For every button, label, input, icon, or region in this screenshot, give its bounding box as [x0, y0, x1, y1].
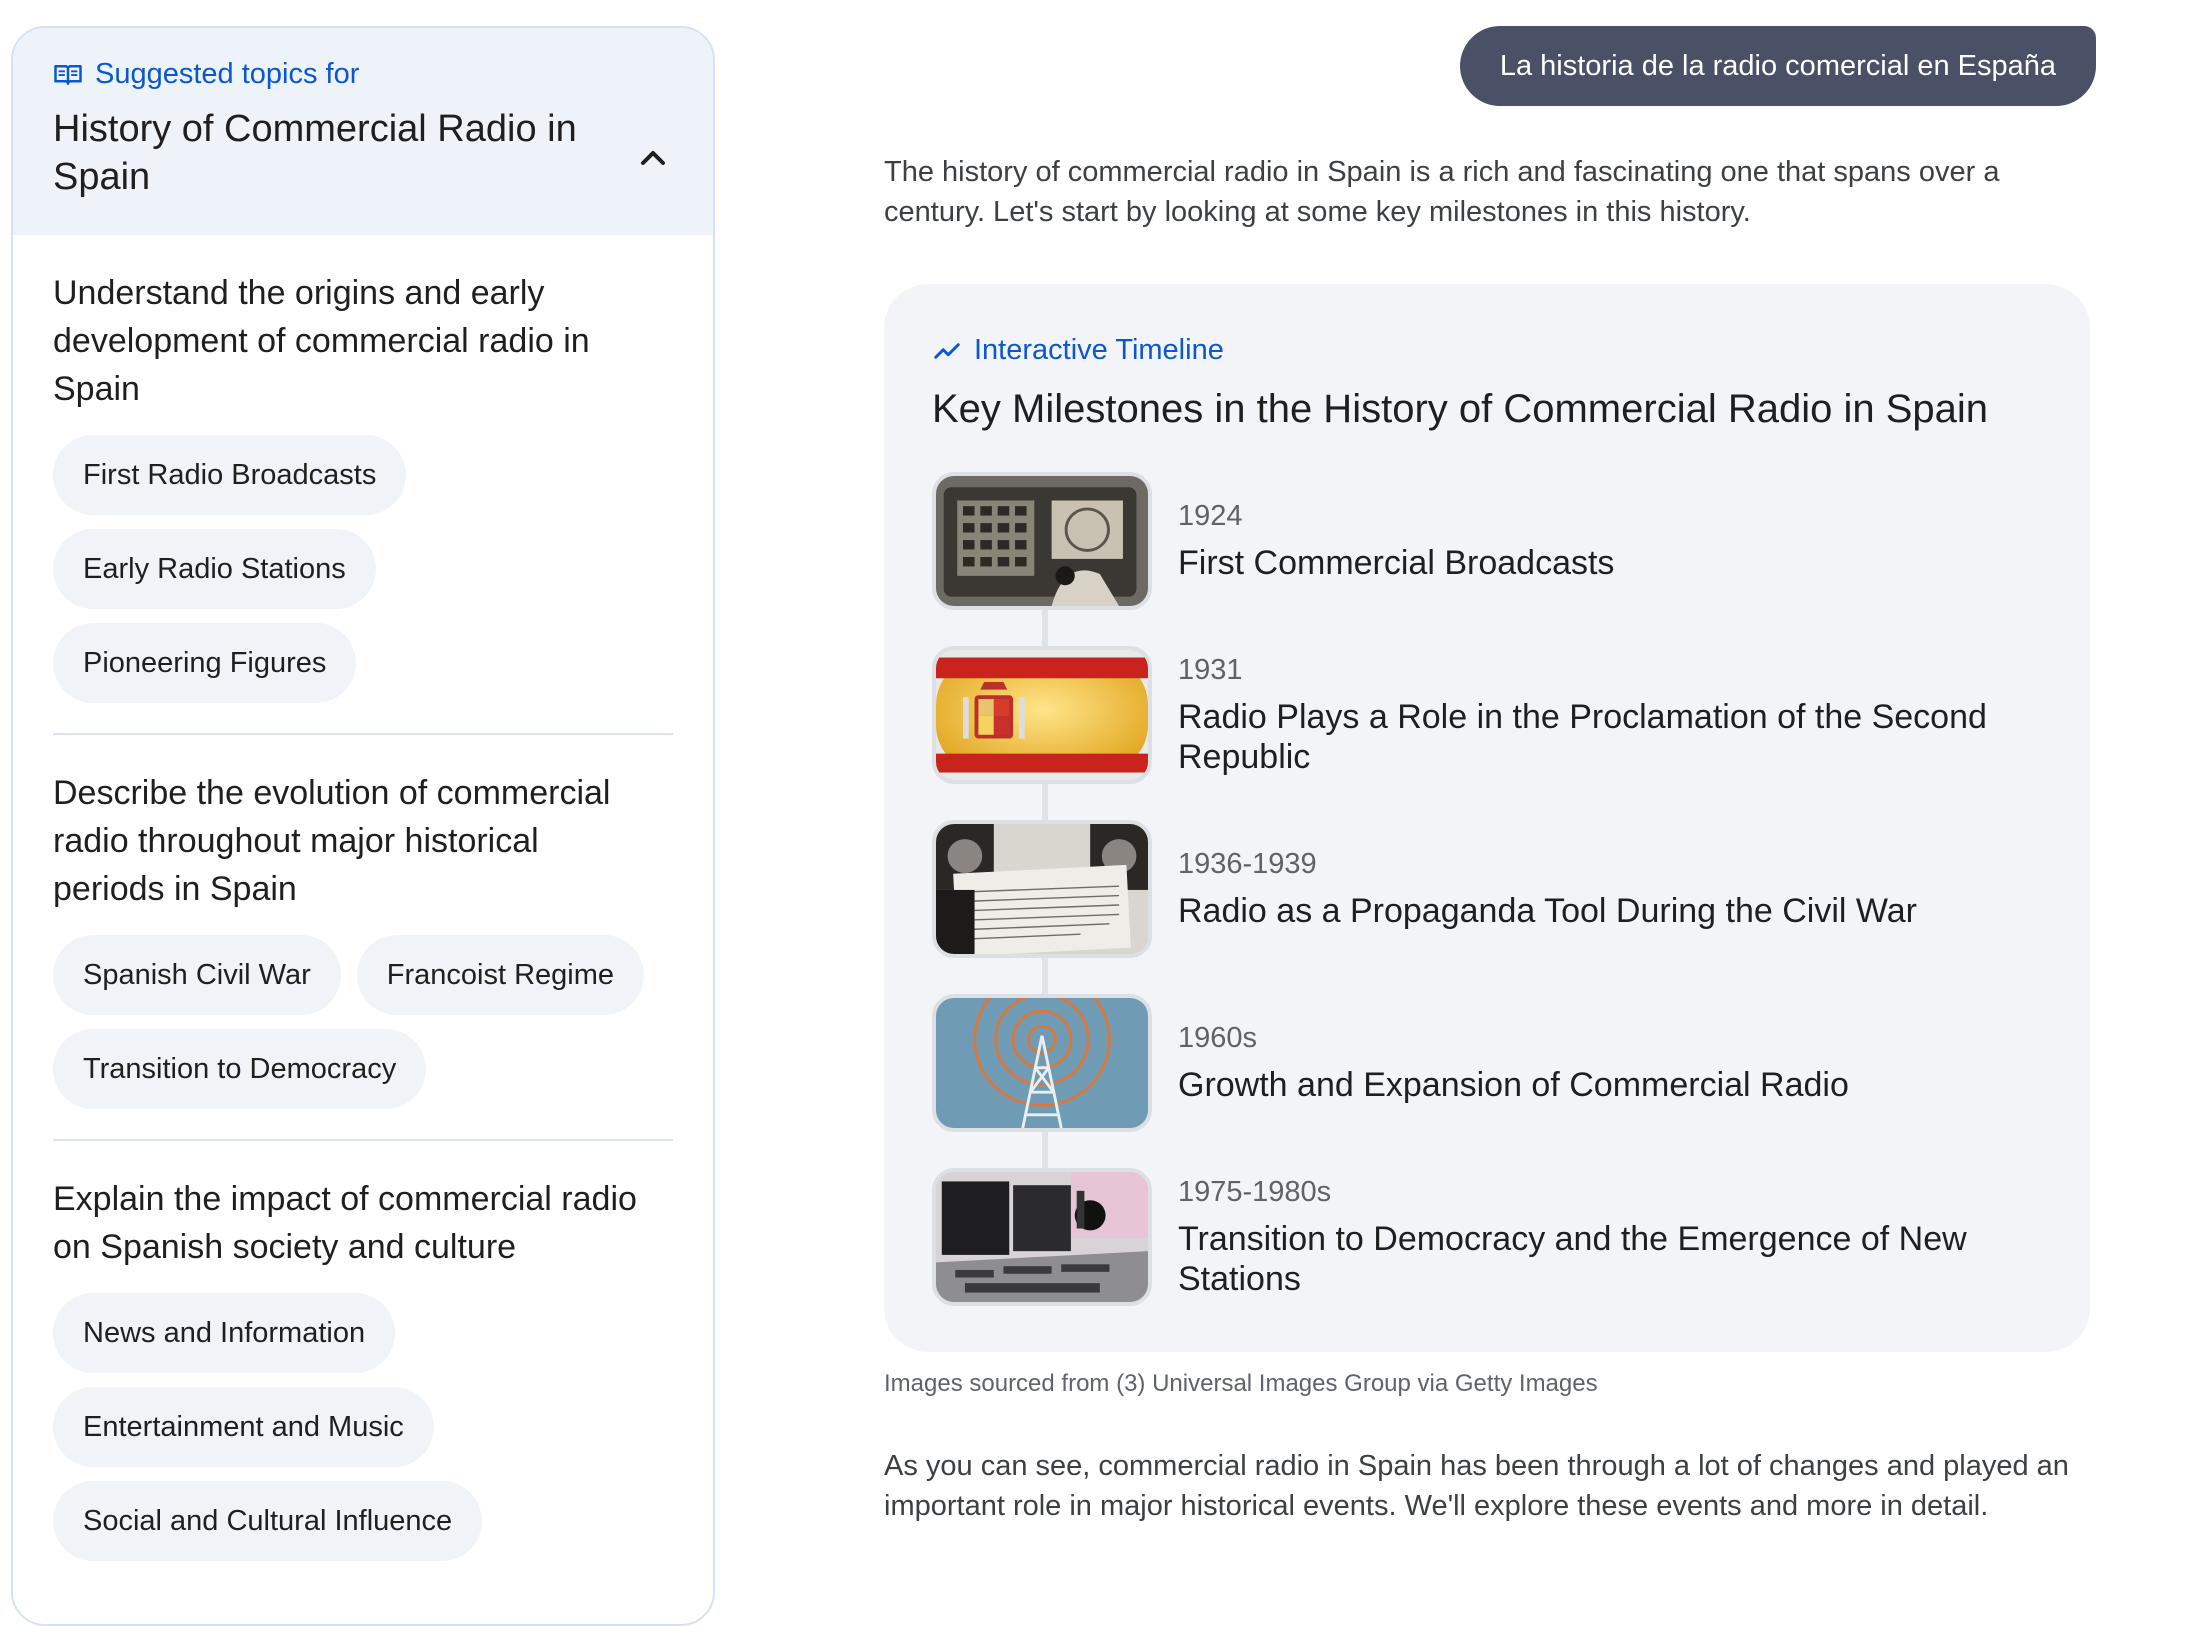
- topic-chip[interactable]: Early Radio Stations: [53, 529, 376, 609]
- timeline-date: 1924: [1178, 499, 1243, 532]
- timeline-title: Key Milestones in the History of Commerc…: [932, 387, 1988, 431]
- timeline-item[interactable]: 1924 First Commercial Broadcasts: [932, 469, 2042, 613]
- book-icon: [54, 64, 82, 85]
- timeline-label: Radio as a Propaganda Tool During the Ci…: [1178, 891, 1917, 930]
- timeline-item[interactable]: 1975-1980s Transition to Democracy and t…: [932, 1165, 2042, 1309]
- timeline-date: 1931: [1178, 653, 1243, 686]
- topic-chip[interactable]: Social and Cultural Influence: [53, 1481, 483, 1561]
- timeline-item[interactable]: 1931 Radio Plays a Role in the Proclamat…: [932, 643, 2042, 787]
- trending-up-icon: [934, 342, 960, 359]
- vintage-radio-image: [932, 472, 1152, 610]
- topic-section-origins: Understand the origins and early develop…: [13, 235, 713, 733]
- radio-studio-image: [932, 1168, 1152, 1306]
- suggested-topics-title: History of Commercial Radio in Spain: [53, 108, 577, 198]
- spanish-flag-image: [932, 646, 1152, 784]
- timeline-label: Transition to Democracy and the Emergenc…: [1178, 1219, 1967, 1298]
- topic-chip[interactable]: Francoist Regime: [356, 935, 645, 1015]
- suggested-topics-panel: Suggested topics for History of Commerci…: [11, 26, 715, 1626]
- topic-chip[interactable]: Entertainment and Music: [53, 1387, 434, 1467]
- image-source-note: Images sourced from (3) Universal Images…: [884, 1370, 1598, 1397]
- timeline-kicker: Interactive Timeline: [932, 334, 2042, 367]
- user-message-bubble: La historia de la radio comercial en Esp…: [1459, 26, 2096, 106]
- response-intro-text: The history of commercial radio in Spain…: [884, 156, 2000, 228]
- chevron-up-icon[interactable]: [633, 138, 673, 178]
- topic-section-heading: Understand the origins and early develop…: [53, 274, 590, 408]
- suggested-topics-kicker-text: Suggested topics for: [95, 58, 360, 90]
- civil-war-document-image: [932, 820, 1152, 958]
- topic-section-heading: Describe the evolution of commercial rad…: [53, 774, 611, 908]
- timeline-date: 1960s: [1178, 1021, 1258, 1054]
- timeline-item[interactable]: 1936-1939 Radio as a Propaganda Tool Dur…: [932, 817, 2042, 961]
- timeline-item[interactable]: 1960s Growth and Expansion of Commercial…: [932, 991, 2042, 1135]
- topic-chip[interactable]: First Radio Broadcasts: [53, 435, 407, 515]
- response-outro-text: As you can see, commercial radio in Spai…: [884, 1450, 2069, 1522]
- interactive-timeline-card: Interactive Timeline Key Milestones in t…: [884, 284, 2090, 1352]
- timeline-date: 1936-1939: [1178, 847, 1317, 880]
- suggested-topics-kicker: Suggested topics for: [53, 58, 673, 91]
- timeline-label: Growth and Expansion of Commercial Radio: [1178, 1065, 1849, 1104]
- topic-section-impact: Explain the impact of commercial radio o…: [53, 1139, 673, 1591]
- radio-tower-image: [932, 994, 1152, 1132]
- topic-chip[interactable]: Transition to Democracy: [53, 1029, 427, 1109]
- topic-chip[interactable]: News and Information: [53, 1293, 396, 1373]
- timeline-date: 1975-1980s: [1178, 1175, 1332, 1208]
- timeline-label: Radio Plays a Role in the Proclamation o…: [1178, 697, 1987, 776]
- topic-section-evolution: Describe the evolution of commercial rad…: [53, 733, 673, 1139]
- topic-chip[interactable]: Pioneering Figures: [53, 623, 357, 703]
- timeline-kicker-text: Interactive Timeline: [974, 334, 1224, 366]
- suggested-topics-header: Suggested topics for History of Commerci…: [13, 28, 713, 235]
- timeline-list: 1924 First Commercial Broadcasts 1931 Ra…: [932, 469, 2042, 1309]
- topic-chip[interactable]: Spanish Civil War: [53, 935, 341, 1015]
- timeline-label: First Commercial Broadcasts: [1178, 543, 1615, 582]
- topic-section-heading: Explain the impact of commercial radio o…: [53, 1180, 637, 1266]
